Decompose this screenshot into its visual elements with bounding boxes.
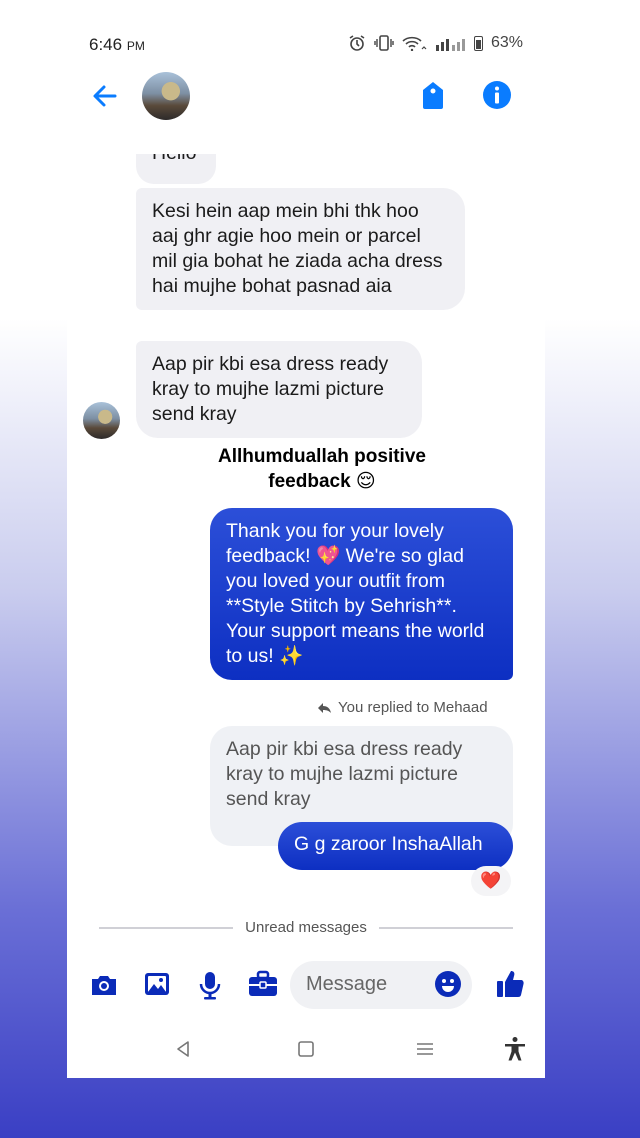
gallery-icon[interactable] (143, 970, 171, 998)
wifi-icon (402, 36, 427, 51)
incoming-message[interactable]: Aap pir kbi esa dress ready kray to mujh… (136, 341, 422, 438)
divider-line (99, 926, 234, 929)
nav-recents-icon[interactable] (416, 1040, 434, 1058)
system-nav-bar (67, 1028, 545, 1068)
incoming-message[interactable]: Kesi hein aap mein bhi thk hoo aaj ghr a… (136, 188, 465, 310)
back-arrow-icon[interactable] (89, 80, 121, 112)
caption-overlay: Allhumduallah positive feedback 😌 (177, 444, 467, 494)
heart-reaction[interactable]: ❤️ (471, 866, 511, 896)
outgoing-message[interactable]: G g zaroor InshaAllah (278, 822, 513, 870)
message-placeholder: Message (306, 973, 388, 995)
reply-note: You replied to Mehaad (317, 699, 488, 716)
unread-divider: Unread messages (99, 919, 514, 936)
incoming-message-hello[interactable]: Hello (136, 154, 216, 184)
caption-line-2: feedback 😌 (268, 471, 376, 492)
quoted-text: Aap pir kbi esa dress ready kray to mujh… (226, 738, 463, 810)
caption-line-1: Allhumduallah positive (218, 446, 426, 467)
reply-arrow-icon (318, 702, 331, 713)
divider-line (378, 926, 514, 929)
reaction-emoji: ❤️ (480, 871, 502, 890)
sender-avatar[interactable] (83, 402, 120, 439)
status-icons: 63% (348, 34, 523, 52)
alarm-icon (349, 35, 365, 51)
contact-avatar[interactable] (142, 72, 190, 120)
nav-back-icon[interactable] (174, 1040, 192, 1058)
status-time-value: 6:46 (89, 35, 123, 54)
briefcase-icon[interactable] (248, 970, 278, 998)
status-time: 6:46 PM (89, 35, 145, 55)
signal-icon (435, 39, 465, 51)
status-ampm: PM (126, 39, 145, 53)
battery-icon (473, 35, 483, 51)
nav-home-icon[interactable] (297, 1040, 315, 1058)
unread-label: Unread messages (245, 919, 367, 936)
message-text: G g zaroor InshaAllah (294, 833, 483, 855)
composer-bar: Message (67, 958, 545, 1014)
info-icon[interactable] (482, 80, 512, 110)
outgoing-message[interactable]: Thank you for your lovely feedback! 💖 We… (210, 508, 513, 680)
thumbs-up-icon[interactable] (495, 968, 525, 1000)
message-input[interactable]: Message (290, 961, 472, 1009)
message-text: Kesi hein aap mein bhi thk hoo aaj ghr a… (152, 200, 443, 297)
tag-icon[interactable] (420, 80, 446, 110)
reply-note-text: You replied to Mehaad (338, 699, 488, 716)
phone-screen: 6:46 PM 63% Hello Kesi hein aap mein bhi… (67, 16, 545, 1078)
camera-icon[interactable] (89, 970, 119, 1000)
battery-percent: 63% (490, 34, 523, 51)
microphone-icon[interactable] (197, 970, 223, 1000)
accessibility-icon[interactable] (503, 1036, 527, 1062)
emoji-icon[interactable] (434, 970, 462, 998)
message-text: Thank you for your lovely feedback! 💖 We… (226, 520, 485, 667)
message-text: Aap pir kbi esa dress ready kray to mujh… (152, 353, 389, 425)
message-text: Hello (152, 154, 216, 166)
vibrate-icon (374, 35, 394, 51)
